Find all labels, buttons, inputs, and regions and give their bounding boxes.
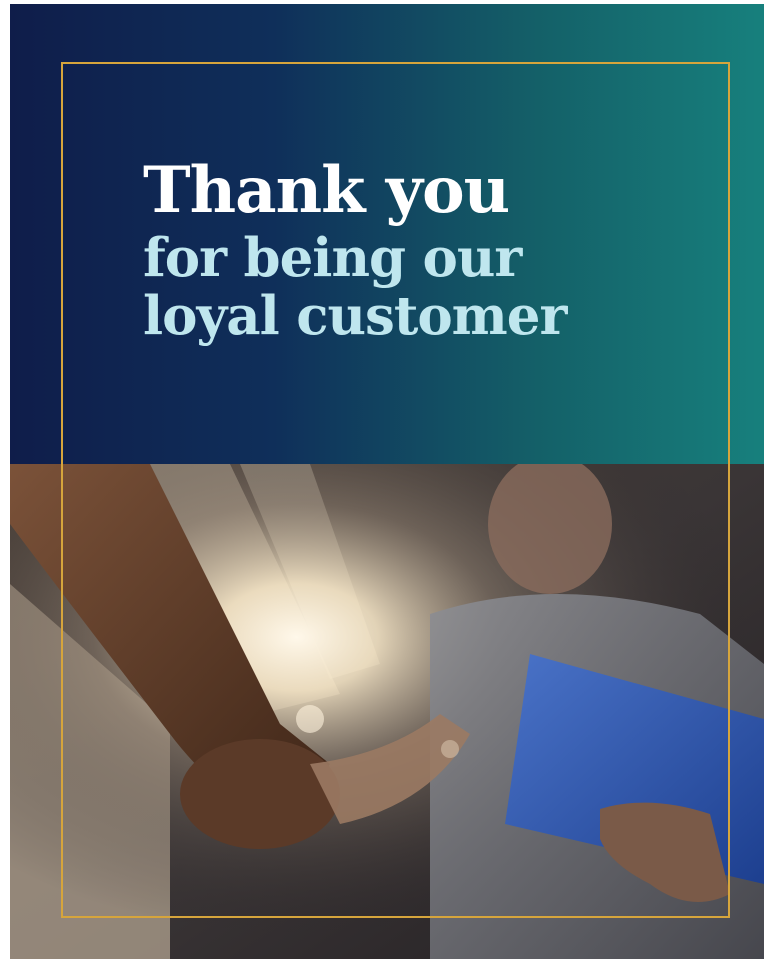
headline-for-being-our: for being our [143,227,522,289]
thank-you-card: Thank you for being our loyal customer [10,4,764,959]
handshake-photo [10,464,764,959]
headline-loyal-customer: loyal customer [143,285,567,347]
handshake-illustration [10,464,764,959]
lens-flare [441,740,459,758]
headline: Thank you for being our loyal customer [143,153,567,347]
headline-thank-you: Thank you [143,153,510,228]
lens-flare [296,705,324,733]
handshake-hands [180,739,340,849]
